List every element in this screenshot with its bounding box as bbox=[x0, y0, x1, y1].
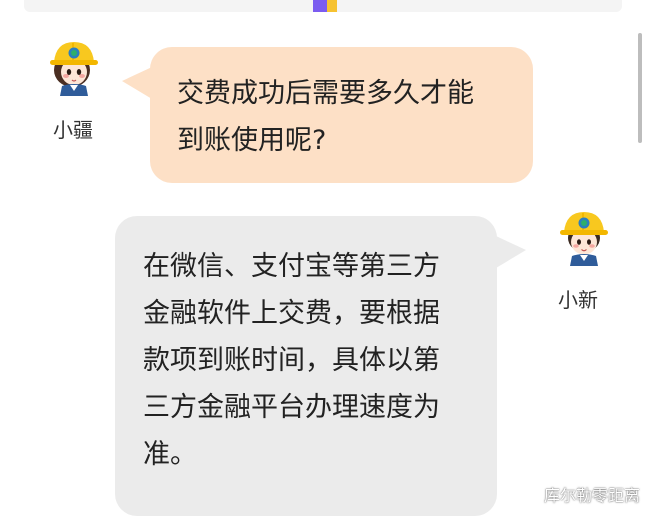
wechat-icon bbox=[516, 485, 538, 503]
speaker-name: 小新 bbox=[558, 288, 598, 312]
watermark: 库尔勒零距离 bbox=[516, 482, 640, 506]
question-bubble: 交费成功后需要多久才能 到账使用呢? bbox=[150, 47, 533, 183]
hardhat-avatar-icon bbox=[42, 36, 102, 96]
top-accent-marker bbox=[313, 0, 337, 12]
scrollbar[interactable] bbox=[638, 33, 642, 143]
bubble-tail bbox=[496, 236, 526, 268]
bubble-tail bbox=[122, 67, 152, 99]
answer-bubble: 在微信、支付宝等第三方 金融软件上交费，要根据 款项到账时间，具体以第 三方金融… bbox=[115, 216, 497, 516]
accent-yellow-block bbox=[327, 0, 337, 12]
message-text: 在微信、支付宝等第三方 金融软件上交费，要根据 款项到账时间，具体以第 三方金融… bbox=[143, 251, 440, 470]
message-text: 交费成功后需要多久才能 到账使用呢? bbox=[177, 78, 474, 156]
speaker-name: 小疆 bbox=[53, 118, 93, 142]
hardhat-avatar-icon bbox=[552, 206, 612, 266]
watermark-text: 库尔勒零距离 bbox=[543, 486, 640, 505]
accent-purple-block bbox=[313, 0, 327, 12]
